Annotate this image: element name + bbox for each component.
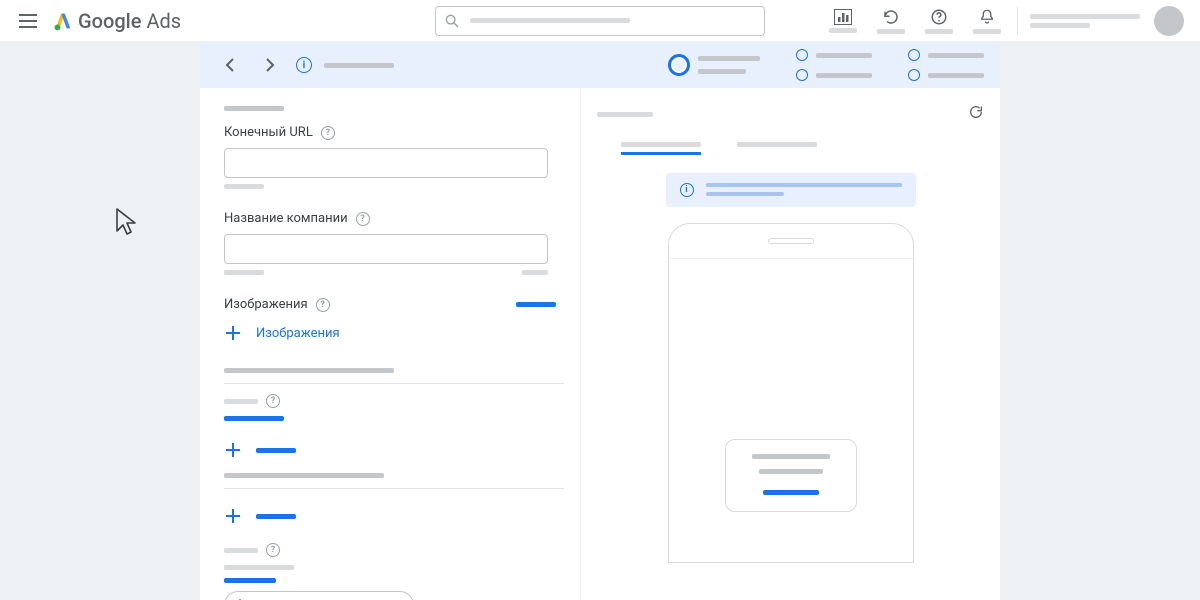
preview-title-placeholder — [597, 112, 653, 117]
chevron-left-icon — [225, 58, 235, 72]
add-images-button[interactable]: Изображения — [224, 320, 340, 346]
step-current[interactable] — [668, 54, 760, 76]
preview-refresh-button[interactable] — [968, 104, 984, 124]
help-icon[interactable]: ? — [321, 126, 335, 140]
preview-tab-1[interactable] — [621, 142, 701, 155]
search-icon — [444, 13, 460, 29]
search-input[interactable] — [435, 6, 765, 36]
editor-panel: i — [200, 42, 1000, 600]
divider — [224, 383, 564, 384]
radio-empty-icon — [796, 69, 808, 81]
help-icon[interactable]: ? — [316, 298, 330, 312]
link-placeholder[interactable] — [224, 416, 284, 421]
product-logo: Google Ads — [52, 9, 181, 33]
preview-tab-2[interactable] — [737, 142, 817, 155]
header-divider — [1017, 7, 1018, 35]
final-url-input[interactable] — [224, 148, 548, 178]
forward-button[interactable] — [256, 51, 284, 79]
company-name-label: Название компании — [224, 211, 348, 226]
top-header: Google Ads — [0, 0, 1200, 42]
header-actions — [819, 1, 1184, 41]
form-column: Конечный URL ? Название компании ? — [200, 88, 580, 600]
images-link-placeholder[interactable] — [516, 302, 556, 307]
help-icon[interactable]: ? — [356, 212, 370, 226]
google-ads-logo-icon — [52, 10, 74, 32]
product-name: Google Ads — [78, 9, 181, 33]
phone-preview — [668, 223, 914, 563]
hamburger-menu-button[interactable] — [16, 9, 40, 33]
page-canvas: i — [0, 42, 1200, 600]
plus-icon — [224, 324, 242, 342]
search-placeholder — [470, 18, 630, 23]
back-button[interactable] — [216, 51, 244, 79]
radio-empty-icon — [796, 49, 808, 61]
main-two-column: Конечный URL ? Название компании ? — [200, 88, 1000, 600]
reports-icon — [834, 9, 852, 25]
company-name-input[interactable] — [224, 234, 548, 264]
section-header-placeholder — [224, 106, 284, 111]
refresh-icon — [968, 104, 984, 120]
help-button[interactable] — [915, 1, 963, 41]
add-button-2[interactable] — [224, 503, 296, 529]
avatar[interactable] — [1154, 6, 1184, 36]
add-button-1[interactable] — [224, 437, 296, 463]
stepper-subheader: i — [200, 42, 1000, 88]
notifications-button[interactable] — [963, 1, 1011, 41]
company-name-field: Название компании ? — [224, 211, 556, 275]
plus-icon — [224, 441, 242, 459]
radio-selected-icon — [668, 54, 690, 76]
final-url-field: Конечный URL ? — [224, 125, 556, 189]
link-placeholder[interactable] — [224, 578, 276, 583]
ad-card-preview — [725, 439, 857, 512]
final-url-label: Конечный URL — [224, 125, 313, 140]
generic-section-2: ? — [224, 499, 556, 583]
account-switcher[interactable] — [1024, 6, 1184, 36]
images-field: Изображения ? Изображения — [224, 297, 556, 346]
help-icon[interactable]: ? — [266, 394, 280, 408]
cursor-icon — [115, 207, 141, 237]
phone-speaker-icon — [768, 238, 814, 244]
stepper — [668, 49, 984, 81]
bell-icon — [978, 8, 996, 26]
chevron-right-icon — [265, 58, 275, 72]
divider — [224, 488, 564, 489]
info-icon: i — [680, 183, 694, 197]
reports-button[interactable] — [819, 1, 867, 41]
preview-column: i — [580, 88, 1000, 600]
add-token-input[interactable] — [224, 591, 414, 600]
generic-section-1: ? — [224, 394, 556, 467]
refresh-icon — [882, 8, 900, 26]
help-icon[interactable]: ? — [266, 543, 280, 557]
step-group-3[interactable] — [908, 49, 984, 81]
hamburger-icon — [19, 14, 37, 28]
add-images-label: Изображения — [256, 326, 340, 341]
radio-empty-icon — [908, 49, 920, 61]
breadcrumb-placeholder — [324, 63, 394, 68]
radio-empty-icon — [908, 69, 920, 81]
info-banner: i — [666, 173, 916, 207]
preview-tabs — [597, 130, 984, 155]
images-label: Изображения — [224, 297, 308, 312]
step-group-2[interactable] — [796, 49, 872, 81]
help-icon — [930, 8, 948, 26]
refresh-button[interactable] — [867, 1, 915, 41]
info-icon[interactable]: i — [296, 57, 312, 73]
plus-icon — [224, 507, 242, 525]
